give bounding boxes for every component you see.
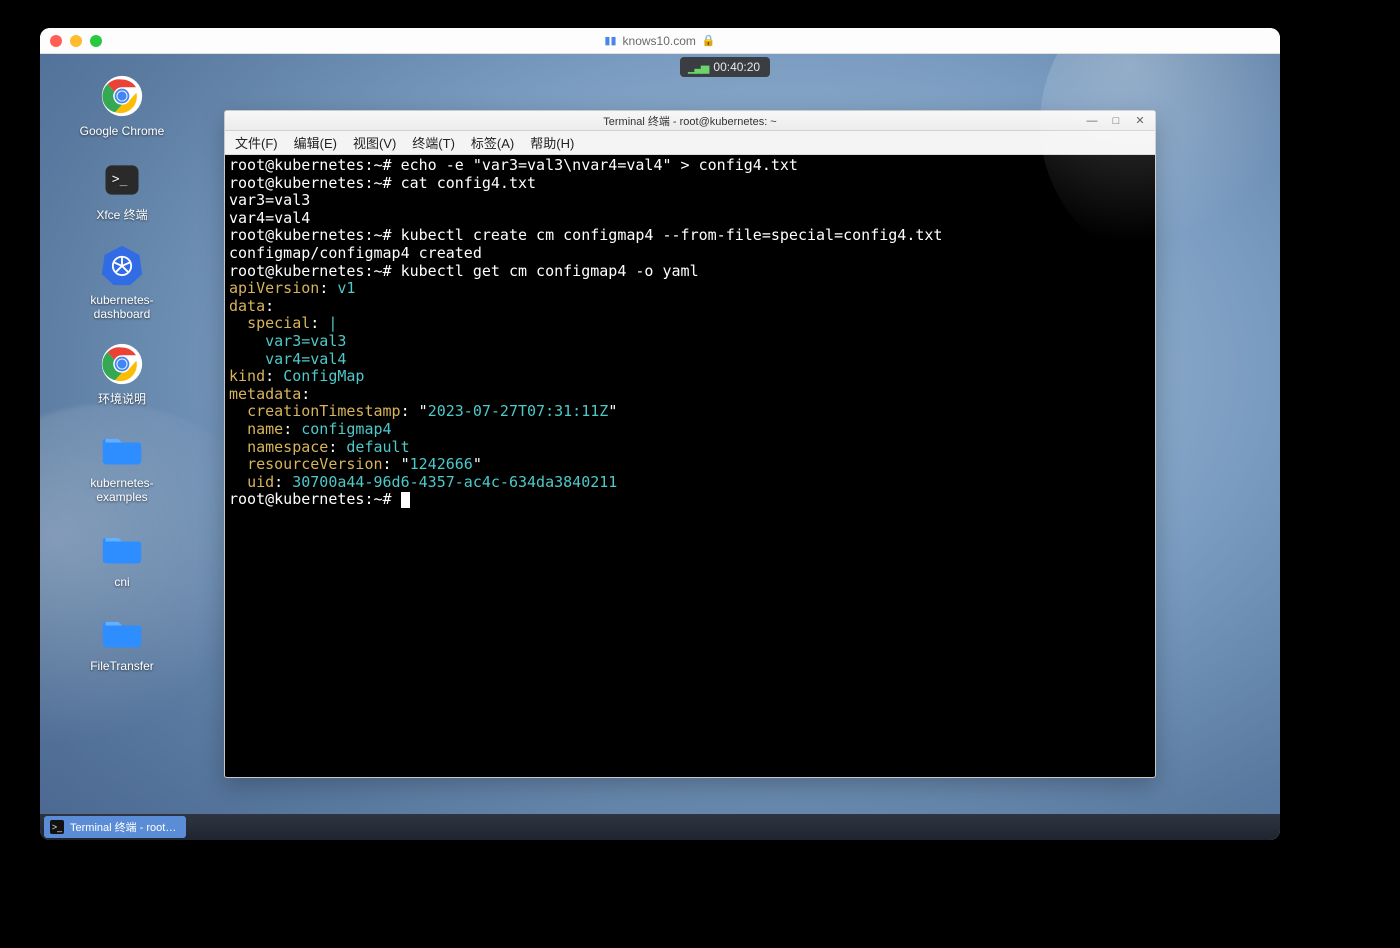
- yaml-val: configmap4: [301, 420, 391, 438]
- yaml-val: |: [328, 314, 337, 332]
- terminal-title: Terminal 终端 - root@kubernetes: ~: [603, 113, 776, 129]
- terminal-window: Terminal 终端 - root@kubernetes: ~ — □ ✕ 文…: [224, 110, 1156, 778]
- terminal-icon: >_: [50, 820, 64, 834]
- terminal-body[interactable]: root@kubernetes:~# echo -e "var3=val3\nv…: [225, 155, 1155, 777]
- cmd-1: echo -e "var3=val3\nvar4=val4" > config4…: [401, 156, 798, 174]
- yaml-key: metadata: [229, 385, 301, 403]
- taskbar-item-label: Terminal 终端 - root…: [70, 819, 176, 835]
- folder-icon: [100, 426, 144, 470]
- yaml-key: apiVersion: [229, 279, 319, 297]
- desktop-icons: Google Chrome >_ Xfce 终端 kubernetes- das…: [62, 74, 182, 674]
- prompt: root@kubernetes:~#: [229, 174, 392, 192]
- chrome-icon: [100, 74, 144, 118]
- yaml-key: resourceVersion: [247, 455, 382, 473]
- signal-icon: ▁▃▅: [688, 61, 707, 74]
- desktop-icon-label: cni: [114, 575, 129, 589]
- address-text: knows10.com: [623, 34, 696, 48]
- status-chip: ▁▃▅ 00:40:20: [680, 57, 770, 77]
- desktop-icon-label: kubernetes- examples: [90, 476, 153, 505]
- desktop-icon-label: 环境说明: [98, 392, 146, 406]
- status-timer: 00:40:20: [713, 60, 760, 74]
- terminal-close-button[interactable]: ✕: [1129, 113, 1151, 129]
- yaml-val: default: [346, 438, 409, 456]
- menu-edit[interactable]: 编辑(E): [290, 131, 341, 154]
- yaml-val: var4=val4: [265, 350, 346, 368]
- output-line: var4=val4: [229, 209, 310, 227]
- yaml-val: v1: [337, 279, 355, 297]
- terminal-window-controls: — □ ✕: [1081, 111, 1151, 130]
- terminal-titlebar[interactable]: Terminal 终端 - root@kubernetes: ~ — □ ✕: [225, 111, 1155, 131]
- desktop-icon-label: Google Chrome: [80, 124, 165, 138]
- output-line: configmap/configmap4 created: [229, 244, 482, 262]
- yaml-val: 1242666: [410, 455, 473, 473]
- lock-icon: 🔒: [702, 34, 716, 47]
- cmd-2: cat config4.txt: [401, 174, 536, 192]
- address-bar[interactable]: ▮▮ knows10.com 🔒: [604, 34, 715, 48]
- yaml-key: kind: [229, 367, 265, 385]
- prompt: root@kubernetes:~#: [229, 490, 392, 508]
- yaml-val: 2023-07-27T07:31:11Z: [428, 402, 609, 420]
- desktop-icon-k8s-dashboard[interactable]: kubernetes- dashboard: [62, 243, 182, 322]
- yaml-val: var3=val3: [265, 332, 346, 350]
- terminal-max-button[interactable]: □: [1105, 113, 1127, 129]
- desktop-icon-google-chrome[interactable]: Google Chrome: [62, 74, 182, 138]
- yaml-key: data: [229, 297, 265, 315]
- window-close-button[interactable]: [50, 35, 62, 47]
- yaml-val: ConfigMap: [283, 367, 364, 385]
- prompt: root@kubernetes:~#: [229, 156, 392, 174]
- desktop-icon-xfce-terminal[interactable]: >_ Xfce 终端: [62, 158, 182, 222]
- folder-icon: [100, 609, 144, 653]
- desktop-icon-cni[interactable]: cni: [62, 525, 182, 589]
- browser-titlebar: ▮▮ knows10.com 🔒: [40, 28, 1280, 54]
- taskbar-item-terminal[interactable]: >_ Terminal 终端 - root…: [44, 816, 186, 838]
- output-line: var3=val3: [229, 191, 310, 209]
- folder-icon: [100, 525, 144, 569]
- yaml-key: namespace: [247, 438, 328, 456]
- desktop-icon-label: FileTransfer: [90, 659, 154, 673]
- menu-terminal[interactable]: 终端(T): [408, 131, 459, 154]
- desktop-icon-file-transfer[interactable]: FileTransfer: [62, 609, 182, 673]
- desktop-icon-label: Xfce 终端: [96, 208, 147, 222]
- terminal-menubar: 文件(F) 编辑(E) 视图(V) 终端(T) 标签(A) 帮助(H): [225, 131, 1155, 155]
- menu-tabs[interactable]: 标签(A): [467, 131, 518, 154]
- cmd-3: kubectl create cm configmap4 --from-file…: [401, 226, 943, 244]
- prompt: root@kubernetes:~#: [229, 226, 392, 244]
- yaml-key: uid: [247, 473, 274, 491]
- yaml-key: name: [247, 420, 283, 438]
- terminal-min-button[interactable]: —: [1081, 113, 1103, 129]
- window-minimize-button[interactable]: [70, 35, 82, 47]
- svg-text:>_: >_: [112, 172, 128, 187]
- yaml-key: creationTimestamp: [247, 402, 401, 420]
- chrome-icon: [100, 342, 144, 386]
- traffic-lights: [50, 35, 102, 47]
- prompt: root@kubernetes:~#: [229, 262, 392, 280]
- site-info-icon: ▮▮: [604, 34, 616, 47]
- yaml-key: special: [247, 314, 310, 332]
- desktop-icon-label: kubernetes- dashboard: [90, 293, 153, 322]
- remote-desktop: ▁▃▅ 00:40:20 Google Chrome >_ Xfce 终端: [40, 54, 1280, 840]
- menu-file[interactable]: 文件(F): [231, 131, 282, 154]
- browser-window: ▮▮ knows10.com 🔒 ▁▃▅ 00:40:20 Google Chr…: [40, 28, 1280, 840]
- yaml-val: 30700a44-96d6-4357-ac4c-634da3840211: [292, 473, 617, 491]
- desktop-icon-env-help[interactable]: 环境说明: [62, 342, 182, 406]
- taskbar: >_ Terminal 终端 - root…: [40, 814, 1280, 840]
- window-zoom-button[interactable]: [90, 35, 102, 47]
- terminal-icon: >_: [100, 158, 144, 202]
- cmd-4: kubectl get cm configmap4 -o yaml: [401, 262, 699, 280]
- desktop-icon-k8s-examples[interactable]: kubernetes- examples: [62, 426, 182, 505]
- menu-help[interactable]: 帮助(H): [526, 131, 578, 154]
- kubernetes-icon: [100, 243, 144, 287]
- cursor-icon: [401, 492, 410, 508]
- menu-view[interactable]: 视图(V): [349, 131, 400, 154]
